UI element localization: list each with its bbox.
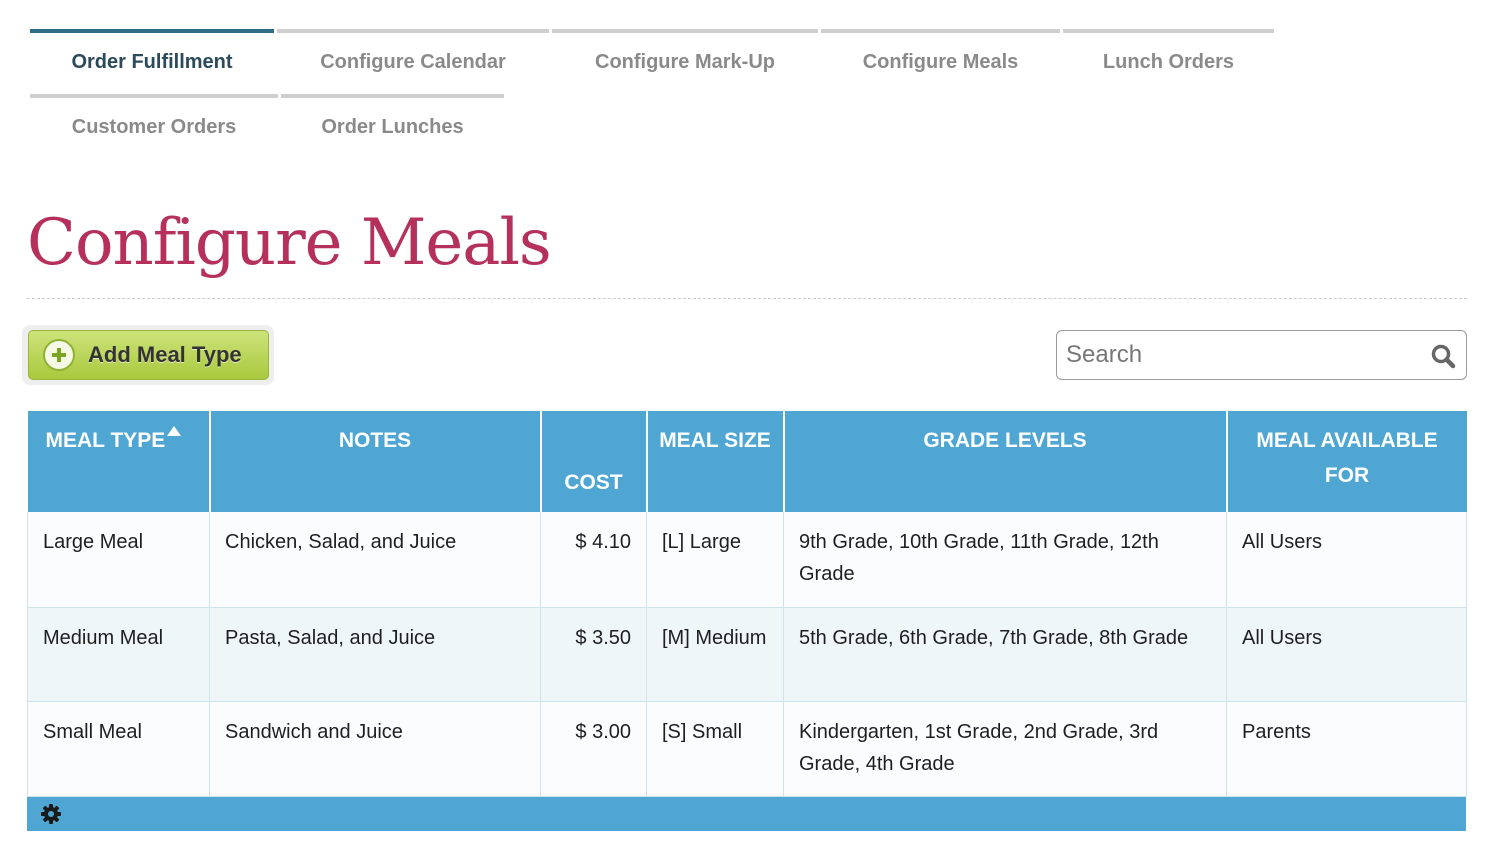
cell-grade-levels: 9th Grade, 10th Grade, 11th Grade, 12th … (783, 512, 1227, 608)
cell-available-for: All Users (1226, 512, 1467, 608)
header-meal-type-label: MEAL TYPE (45, 429, 166, 452)
tab-configure-meals[interactable]: Configure Meals (821, 29, 1060, 95)
gear-icon[interactable] (41, 804, 61, 824)
cell-meal-size: [M] Medium (646, 607, 784, 702)
cell-cost: $ 3.50 (540, 607, 647, 702)
search-input[interactable] (1066, 337, 1416, 373)
tab-label: Configure Calendar (320, 51, 506, 73)
header-meal-size[interactable]: MEAL SIZE (646, 411, 785, 512)
table-row[interactable]: Medium Meal Pasta, Salad, and Juice $ 3.… (27, 607, 1467, 702)
header-cost[interactable]: COST (540, 411, 648, 512)
cell-meal-type: Large Meal (27, 512, 210, 608)
header-grade-levels-label: GRADE LEVELS (923, 429, 1087, 452)
page-title: Configure Meals (27, 206, 552, 280)
cell-available-for: All Users (1226, 607, 1467, 702)
cell-notes: Sandwich and Juice (209, 701, 541, 797)
cell-meal-type: Medium Meal (27, 607, 210, 702)
table-row[interactable]: Large Meal Chicken, Salad, and Juice $ 4… (27, 512, 1467, 608)
header-meal-size-label: MEAL SIZE (659, 429, 771, 452)
header-notes[interactable]: NOTES (209, 411, 542, 512)
tab-configure-calendar[interactable]: Configure Calendar (277, 29, 549, 95)
search-icon[interactable] (1430, 343, 1456, 369)
tab-label: Lunch Orders (1102, 51, 1235, 73)
header-grade-levels[interactable]: GRADE LEVELS (783, 411, 1228, 512)
table-row[interactable]: Small Meal Sandwich and Juice $ 3.00 [S]… (27, 701, 1467, 797)
search-box (1056, 330, 1467, 380)
cell-meal-size: [S] Small (646, 701, 784, 797)
plus-circle-icon (43, 339, 75, 371)
header-available-for-label: MEAL AVAILABLE FOR (1256, 429, 1438, 487)
table-footer (27, 797, 1466, 831)
cell-notes: Chicken, Salad, and Juice (209, 512, 541, 608)
tab-configure-mark-up[interactable]: Configure Mark-Up (552, 29, 818, 95)
tab-lunch-orders[interactable]: Lunch Orders (1063, 29, 1274, 95)
cell-meal-type: Small Meal (27, 701, 210, 797)
tab-label: Customer Orders (71, 116, 237, 138)
header-cost-label: COST (564, 471, 623, 494)
meals-table: MEAL TYPE NOTES COST MEAL SIZE GRADE LEV… (27, 411, 1467, 797)
tab-order-lunches[interactable]: Order Lunches (281, 94, 504, 160)
tab-label: Configure Mark-Up (595, 51, 775, 73)
tab-label: Order Fulfillment (71, 51, 233, 73)
add-meal-type-label: Add Meal Type (88, 342, 242, 367)
cell-cost: $ 4.10 (540, 512, 647, 608)
add-meal-type-button[interactable]: Add Meal Type (28, 330, 269, 380)
cell-notes: Pasta, Salad, and Juice (209, 607, 541, 702)
header-notes-label: NOTES (338, 429, 412, 452)
sort-up-icon (167, 426, 182, 436)
cell-grade-levels: Kindergarten, 1st Grade, 2nd Grade, 3rd … (783, 701, 1227, 797)
tab-label: Configure Meals (862, 51, 1019, 73)
header-meal-type[interactable]: MEAL TYPE (27, 411, 211, 512)
tab-label: Order Lunches (321, 116, 464, 138)
cell-cost: $ 3.00 (540, 701, 647, 797)
cell-grade-levels: 5th Grade, 6th Grade, 7th Grade, 8th Gra… (783, 607, 1227, 702)
tab-customer-orders[interactable]: Customer Orders (30, 94, 278, 160)
title-divider (27, 298, 1467, 299)
tab-order-fulfillment[interactable]: Order Fulfillment (30, 29, 274, 95)
cell-available-for: Parents (1226, 701, 1467, 797)
cell-meal-size: [L] Large (646, 512, 784, 608)
table-header-row: MEAL TYPE NOTES COST MEAL SIZE GRADE LEV… (27, 411, 1467, 512)
header-available-for[interactable]: MEAL AVAILABLE FOR (1226, 411, 1467, 512)
